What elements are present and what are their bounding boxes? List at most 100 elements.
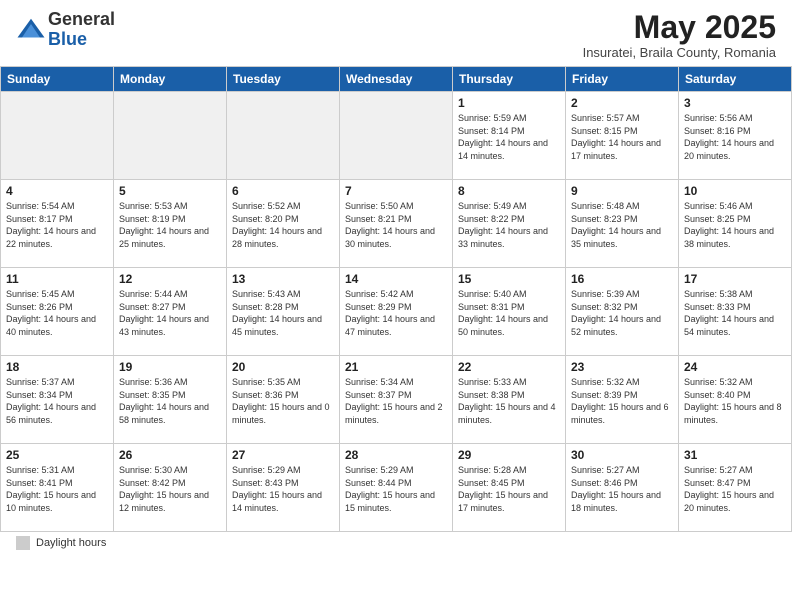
calendar-cell: 29Sunrise: 5:28 AMSunset: 8:45 PMDayligh… (453, 444, 566, 532)
calendar-cell (340, 92, 453, 180)
day-info: Sunrise: 5:33 AMSunset: 8:38 PMDaylight:… (458, 376, 560, 426)
day-info: Sunrise: 5:46 AMSunset: 8:25 PMDaylight:… (684, 200, 786, 250)
calendar-cell: 31 Sunrise: 5:27 AMSunset: 8:47 PMDayligh… (679, 444, 792, 532)
col-tuesday: Tuesday (227, 67, 340, 92)
day-number: 8 (458, 184, 560, 198)
col-thursday: Thursday (453, 67, 566, 92)
day-number: 2 (571, 96, 673, 110)
calendar-cell: 18Sunrise: 5:37 AMSunset: 8:34 PMDayligh… (1, 356, 114, 444)
day-info: Sunrise: 5:27 AMSunset: 8:46 PMDaylight:… (571, 464, 673, 514)
day-info: Sunrise: 5:34 AMSunset: 8:37 PMDaylight:… (345, 376, 447, 426)
calendar: Sunday Monday Tuesday Wednesday Thursday… (0, 66, 792, 532)
calendar-cell (114, 92, 227, 180)
day-number: 19 (119, 360, 221, 374)
day-info: Sunrise: 5:27 AMSunset: 8:47 PMDaylight:… (684, 464, 786, 514)
daylight-label: Daylight hours (36, 537, 106, 549)
day-number: 12 (119, 272, 221, 286)
day-number: 11 (6, 272, 108, 286)
calendar-cell: 11 Sunrise: 5:45 AMSunset: 8:26 PMDayligh… (1, 268, 114, 356)
day-info: Sunrise: 5:30 AMSunset: 8:42 PMDaylight:… (119, 464, 221, 514)
day-info: Sunrise: 5:48 AMSunset: 8:23 PMDaylight:… (571, 200, 673, 250)
day-info: Sunrise: 5:45 AMSunset: 8:26 PMDaylight:… (6, 288, 108, 338)
calendar-cell: 24Sunrise: 5:32 AMSunset: 8:40 PMDayligh… (679, 356, 792, 444)
day-info: Sunrise: 5:37 AMSunset: 8:34 PMDaylight:… (6, 376, 108, 426)
calendar-cell: 27 Sunrise: 5:29 AMSunset: 8:43 PMDayligh… (227, 444, 340, 532)
day-number: 28 (345, 448, 447, 462)
calendar-week-2: 4 Sunrise: 5:54 AMSunset: 8:17 PMDaylight… (1, 180, 792, 268)
logo-icon (16, 15, 46, 45)
day-info: Sunrise: 5:32 AMSunset: 8:39 PMDaylight:… (571, 376, 673, 426)
col-sunday: Sunday (1, 67, 114, 92)
calendar-cell: 8Sunrise: 5:49 AMSunset: 8:22 PMDaylight… (453, 180, 566, 268)
footer: Daylight hours (0, 532, 792, 554)
calendar-week-1: 1 Sunrise: 5:59 AMSunset: 8:14 PMDaylight… (1, 92, 792, 180)
day-info: Sunrise: 5:35 AMSunset: 8:36 PMDaylight:… (232, 376, 334, 426)
day-number: 25 (6, 448, 108, 462)
day-number: 20 (232, 360, 334, 374)
day-info: Sunrise: 5:54 AMSunset: 8:17 PMDaylight:… (6, 200, 108, 250)
day-info: Sunrise: 5:36 AMSunset: 8:35 PMDaylight:… (119, 376, 221, 426)
day-number: 1 (458, 96, 560, 110)
calendar-cell: 23 Sunrise: 5:32 AMSunset: 8:39 PMDayligh… (566, 356, 679, 444)
logo-blue-text: Blue (48, 30, 115, 50)
calendar-cell: 6 Sunrise: 5:52 AMSunset: 8:20 PMDaylight… (227, 180, 340, 268)
title-section: May 2025 Insuratei, Braila County, Roman… (583, 10, 776, 60)
calendar-week-3: 11 Sunrise: 5:45 AMSunset: 8:26 PMDayligh… (1, 268, 792, 356)
calendar-cell: 17 Sunrise: 5:38 AMSunset: 8:33 PMDayligh… (679, 268, 792, 356)
day-number: 22 (458, 360, 560, 374)
col-saturday: Saturday (679, 67, 792, 92)
calendar-week-4: 18Sunrise: 5:37 AMSunset: 8:34 PMDayligh… (1, 356, 792, 444)
calendar-cell: 9Sunrise: 5:48 AMSunset: 8:23 PMDaylight… (566, 180, 679, 268)
day-number: 27 (232, 448, 334, 462)
day-number: 31 (684, 448, 786, 462)
day-info: Sunrise: 5:38 AMSunset: 8:33 PMDaylight:… (684, 288, 786, 338)
day-number: 4 (6, 184, 108, 198)
calendar-cell: 20 Sunrise: 5:35 AMSunset: 8:36 PMDayligh… (227, 356, 340, 444)
day-info: Sunrise: 5:50 AMSunset: 8:21 PMDaylight:… (345, 200, 447, 250)
calendar-cell (1, 92, 114, 180)
day-number: 23 (571, 360, 673, 374)
logo: General Blue (16, 10, 115, 50)
day-number: 29 (458, 448, 560, 462)
col-monday: Monday (114, 67, 227, 92)
calendar-cell: 25 Sunrise: 5:31 AMSunset: 8:41 PMDayligh… (1, 444, 114, 532)
day-info: Sunrise: 5:57 AMSunset: 8:15 PMDaylight:… (571, 112, 673, 162)
day-number: 24 (684, 360, 786, 374)
calendar-cell: 30 Sunrise: 5:27 AMSunset: 8:46 PMDayligh… (566, 444, 679, 532)
day-info: Sunrise: 5:52 AMSunset: 8:20 PMDaylight:… (232, 200, 334, 250)
day-info: Sunrise: 5:29 AMSunset: 8:44 PMDaylight:… (345, 464, 447, 514)
calendar-cell: 4 Sunrise: 5:54 AMSunset: 8:17 PMDaylight… (1, 180, 114, 268)
day-number: 3 (684, 96, 786, 110)
calendar-cell: 16 Sunrise: 5:39 AMSunset: 8:32 PMDayligh… (566, 268, 679, 356)
logo-general-text: General (48, 10, 115, 30)
month-year: May 2025 (583, 10, 776, 45)
logo-text: General Blue (48, 10, 115, 50)
calendar-cell: 14Sunrise: 5:42 AMSunset: 8:29 PMDayligh… (340, 268, 453, 356)
day-number: 13 (232, 272, 334, 286)
calendar-cell: 3Sunrise: 5:56 AMSunset: 8:16 PMDaylight… (679, 92, 792, 180)
day-number: 6 (232, 184, 334, 198)
calendar-cell: 28 Sunrise: 5:29 AMSunset: 8:44 PMDayligh… (340, 444, 453, 532)
day-number: 16 (571, 272, 673, 286)
calendar-cell: 19 Sunrise: 5:36 AMSunset: 8:35 PMDayligh… (114, 356, 227, 444)
day-info: Sunrise: 5:39 AMSunset: 8:32 PMDaylight:… (571, 288, 673, 338)
day-number: 10 (684, 184, 786, 198)
header: General Blue May 2025 Insuratei, Braila … (0, 0, 792, 66)
day-info: Sunrise: 5:31 AMSunset: 8:41 PMDaylight:… (6, 464, 108, 514)
col-friday: Friday (566, 67, 679, 92)
day-number: 14 (345, 272, 447, 286)
day-info: Sunrise: 5:59 AMSunset: 8:14 PMDaylight:… (458, 112, 560, 162)
day-number: 17 (684, 272, 786, 286)
location: Insuratei, Braila County, Romania (583, 45, 776, 60)
calendar-cell: 15Sunrise: 5:40 AMSunset: 8:31 PMDayligh… (453, 268, 566, 356)
day-info: Sunrise: 5:44 AMSunset: 8:27 PMDaylight:… (119, 288, 221, 338)
calendar-cell: 22 Sunrise: 5:33 AMSunset: 8:38 PMDayligh… (453, 356, 566, 444)
day-info: Sunrise: 5:29 AMSunset: 8:43 PMDaylight:… (232, 464, 334, 514)
calendar-cell: 10 Sunrise: 5:46 AMSunset: 8:25 PMDayligh… (679, 180, 792, 268)
calendar-cell (227, 92, 340, 180)
day-number: 21 (345, 360, 447, 374)
calendar-cell: 12 Sunrise: 5:44 AMSunset: 8:27 PMDayligh… (114, 268, 227, 356)
calendar-cell: 2 Sunrise: 5:57 AMSunset: 8:15 PMDaylight… (566, 92, 679, 180)
calendar-cell: 7Sunrise: 5:50 AMSunset: 8:21 PMDaylight… (340, 180, 453, 268)
day-number: 30 (571, 448, 673, 462)
